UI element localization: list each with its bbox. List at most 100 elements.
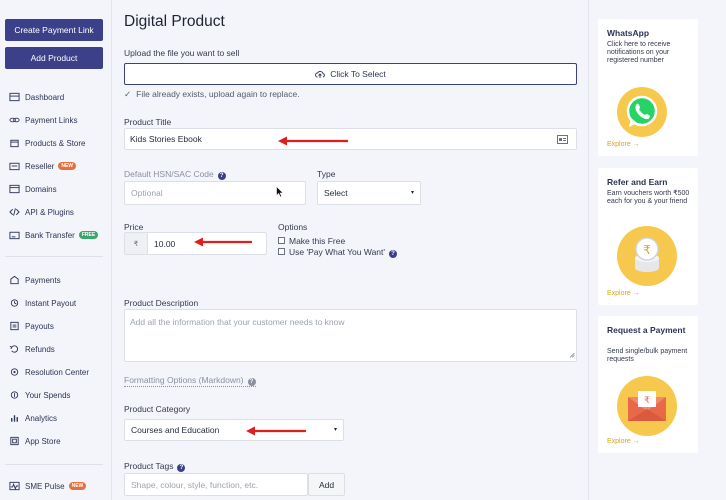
- free-badge: FREE: [78, 231, 99, 239]
- payouts-icon: [9, 321, 20, 331]
- add-product-button[interactable]: Add Product: [5, 47, 103, 69]
- sidebar-item-label: Domains: [25, 184, 57, 194]
- help-icon[interactable]: ?: [389, 250, 398, 258]
- type-select-value: Select: [324, 188, 348, 198]
- bank-icon: [9, 230, 20, 240]
- sidebar-item-payments[interactable]: Payments: [9, 275, 61, 285]
- refunds-icon: [9, 344, 20, 354]
- hsn-input[interactable]: Optional: [124, 181, 306, 205]
- new-badge: NEW: [58, 162, 77, 170]
- sidebar-item-label: Payments: [25, 275, 61, 285]
- price-label: Price: [124, 222, 144, 232]
- reseller-icon: [9, 161, 20, 171]
- click-to-select-button[interactable]: Click To Select: [124, 63, 577, 85]
- resolution-icon: [9, 367, 20, 377]
- whatsapp-icon: [617, 87, 667, 137]
- formatting-options-link[interactable]: Formatting Options (Markdown)?: [124, 375, 256, 387]
- sidebar-item-bank-transfer[interactable]: Bank Transfer FREE: [9, 230, 99, 240]
- card-title: WhatsApp: [607, 28, 650, 38]
- sidebar-item-app-store[interactable]: App Store: [9, 436, 61, 446]
- hsn-label: Default HSN/SAC Code?: [124, 169, 226, 180]
- tags-label: Product Tags?: [124, 461, 186, 472]
- sidebar-item-label: SME Pulse: [25, 481, 65, 491]
- add-tag-label: Add: [318, 479, 335, 490]
- red-arrow-icon: [194, 237, 252, 247]
- sidebar-item-label: Your Spends: [25, 390, 71, 400]
- refer-and-earn-card[interactable]: Refer and Earn Earn vouchers worth ₹500 …: [598, 168, 698, 305]
- red-arrow-icon: [278, 136, 348, 146]
- whatsapp-card[interactable]: WhatsApp Click here to receive notificat…: [598, 19, 698, 156]
- sidebar-item-products-store[interactable]: Products & Store: [9, 138, 85, 148]
- sidebar-item-label: API & Plugins: [25, 207, 74, 217]
- sidebar-divider: [5, 464, 103, 465]
- rupee-coins-icon: ₹: [617, 226, 677, 286]
- category-select[interactable]: Courses and Education ▾: [124, 419, 344, 441]
- sidebar-item-label: Resolution Center: [25, 367, 90, 377]
- code-icon: [9, 207, 20, 217]
- sme-pulse-icon: [9, 481, 20, 491]
- svg-text:₹: ₹: [644, 396, 650, 406]
- checkbox-icon: [278, 237, 285, 244]
- card-description: Click here to receive notifications on y…: [607, 41, 671, 64]
- hsn-placeholder: Optional: [131, 188, 163, 198]
- sidebar-item-sme-pulse[interactable]: SME Pulse NEW: [9, 481, 87, 491]
- sidebar-item-reseller[interactable]: Reseller NEW: [9, 161, 77, 171]
- sidebar-item-dashboard[interactable]: Dashboard: [9, 92, 64, 102]
- explore-link[interactable]: Explore →: [607, 438, 640, 445]
- hsn-label-text: Default HSN/SAC Code: [124, 169, 214, 179]
- make-free-checkbox[interactable]: Make this Free: [278, 236, 345, 246]
- create-payment-link-button[interactable]: Create Payment Link: [5, 19, 103, 41]
- link-icon: [9, 115, 20, 125]
- sidebar-item-resolution-center[interactable]: Resolution Center: [9, 367, 89, 377]
- request-payment-card[interactable]: Request a Payment Send single/bulk payme…: [598, 316, 698, 453]
- sidebar-item-refunds[interactable]: Refunds: [9, 344, 55, 354]
- domains-icon: [9, 184, 20, 194]
- product-title-label: Product Title: [124, 117, 172, 127]
- help-icon[interactable]: ?: [247, 378, 256, 386]
- card-title: Request a Payment: [607, 325, 686, 335]
- sidebar-item-api-plugins[interactable]: API & Plugins: [9, 207, 74, 217]
- card-title: Refer and Earn: [607, 177, 668, 187]
- help-icon[interactable]: ?: [217, 172, 226, 180]
- sidebar-item-label: Instant Payout: [25, 298, 77, 308]
- promo-column: WhatsApp Click here to receive notificat…: [588, 0, 726, 500]
- formatting-options-text: Formatting Options (Markdown): [124, 375, 244, 385]
- type-label: Type: [317, 169, 336, 179]
- click-to-select-label: Click To Select: [330, 69, 386, 79]
- add-tag-button[interactable]: Add: [308, 473, 345, 496]
- spends-icon: [9, 390, 20, 400]
- checkbox-icon: [278, 248, 285, 255]
- card-description: Send single/bulk payment requests: [607, 348, 688, 363]
- instant-payout-icon: [9, 298, 20, 308]
- sidebar-item-label: Bank Transfer: [25, 230, 75, 240]
- sidebar-item-label: App Store: [25, 436, 61, 446]
- product-title-input[interactable]: Kids Stories Ebook: [124, 128, 577, 150]
- sidebar-item-analytics[interactable]: Analytics: [9, 413, 57, 423]
- dashboard-icon: [9, 92, 20, 102]
- envelope-icon: ₹: [617, 376, 677, 436]
- sidebar-item-domains[interactable]: Domains: [9, 184, 57, 194]
- sidebar-item-label: Payouts: [25, 321, 54, 331]
- pay-what-you-want-checkbox[interactable]: Use 'Pay What You Want'?: [278, 247, 398, 258]
- chevron-down-icon: ▾: [410, 190, 414, 196]
- payments-icon: [9, 275, 20, 285]
- sidebar-item-your-spends[interactable]: Your Spends: [9, 390, 71, 400]
- make-free-label: Make this Free: [289, 236, 346, 246]
- description-label: Product Description: [124, 298, 199, 308]
- sidebar-item-instant-payout[interactable]: Instant Payout: [9, 298, 76, 308]
- help-icon[interactable]: ?: [177, 464, 186, 472]
- sidebar-item-label: Products & Store: [25, 138, 86, 148]
- tags-input[interactable]: Shape, colour, style, function, etc.: [124, 473, 308, 496]
- type-select[interactable]: Select ▾: [317, 181, 421, 205]
- upload-label: Upload the file you want to sell: [124, 48, 240, 58]
- sidebar-item-payouts[interactable]: Payouts: [9, 321, 54, 331]
- red-arrow-icon: [246, 426, 306, 436]
- pay-what-you-want-label: Use 'Pay What You Want': [289, 247, 386, 257]
- explore-link[interactable]: Explore →: [607, 141, 640, 148]
- sidebar-item-payment-links[interactable]: Payment Links: [9, 115, 77, 125]
- description-textarea[interactable]: Add all the information that your custom…: [124, 309, 577, 362]
- explore-link[interactable]: Explore →: [607, 290, 640, 297]
- card-description: Earn vouchers worth ₹500 each for you & …: [607, 190, 690, 205]
- resize-handle-icon[interactable]: [569, 350, 575, 360]
- app-store-icon: [9, 436, 20, 446]
